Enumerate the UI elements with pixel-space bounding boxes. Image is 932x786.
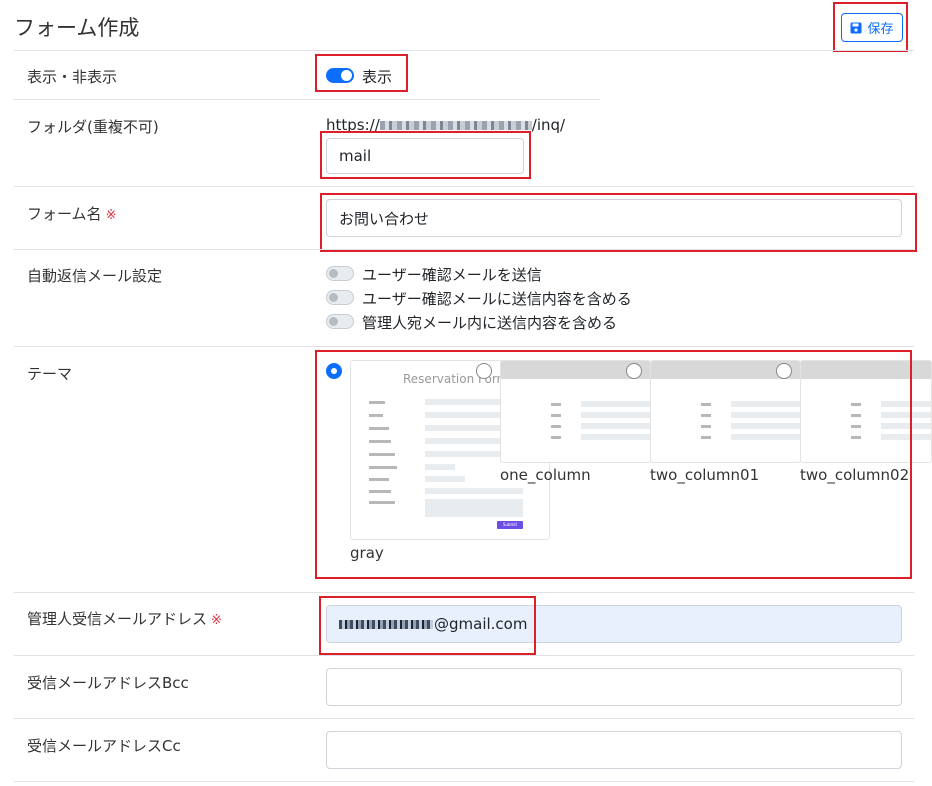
form-name-label-text: フォーム名 bbox=[27, 205, 102, 223]
highlight-folder bbox=[320, 131, 531, 179]
divider bbox=[14, 781, 914, 782]
theme-label: テーマ bbox=[27, 365, 73, 383]
auto-reply-option-label: ユーザー確認メールに送信内容を含める bbox=[362, 290, 632, 308]
auto-reply-toggle[interactable] bbox=[326, 314, 354, 329]
folder-label: フォルダ(重複不可) bbox=[27, 118, 159, 136]
form-name-label: フォーム名 ※ bbox=[27, 203, 116, 224]
highlight-save bbox=[833, 2, 908, 52]
divider bbox=[14, 718, 914, 719]
divider bbox=[14, 50, 914, 51]
required-mark: ※ bbox=[211, 613, 222, 628]
highlight-theme bbox=[315, 350, 912, 579]
divider bbox=[14, 346, 914, 347]
auto-reply-toggle[interactable] bbox=[326, 266, 354, 281]
admin-email-label: 管理人受信メールアドレス ※ bbox=[27, 608, 222, 629]
highlight-form-name bbox=[320, 193, 917, 252]
admin-email-label-text: 管理人受信メールアドレス bbox=[27, 610, 208, 628]
cc-input[interactable] bbox=[326, 731, 902, 769]
visibility-label: 表示・非表示 bbox=[27, 68, 118, 86]
highlight-visibility bbox=[315, 54, 408, 92]
bcc-label: 受信メールアドレスBcc bbox=[27, 674, 189, 692]
auto-reply-toggle[interactable] bbox=[326, 290, 354, 305]
bcc-input[interactable] bbox=[326, 668, 902, 706]
divider bbox=[14, 655, 914, 656]
divider bbox=[14, 186, 914, 187]
auto-reply-label: 自動返信メール設定 bbox=[27, 267, 163, 285]
page-title: フォーム作成 bbox=[14, 16, 140, 40]
auto-reply-option-label: ユーザー確認メールを送信 bbox=[362, 266, 542, 284]
highlight-admin-email bbox=[319, 596, 536, 655]
divider bbox=[14, 249, 914, 250]
cc-label: 受信メールアドレスCc bbox=[27, 737, 181, 755]
auto-reply-option-label: 管理人宛メール内に送信内容を含める bbox=[362, 314, 618, 332]
divider bbox=[14, 592, 914, 593]
required-mark: ※ bbox=[105, 208, 117, 223]
divider bbox=[14, 99, 600, 100]
masked-domain bbox=[379, 121, 532, 130]
folder-url-suffix: /inq/ bbox=[531, 116, 566, 134]
